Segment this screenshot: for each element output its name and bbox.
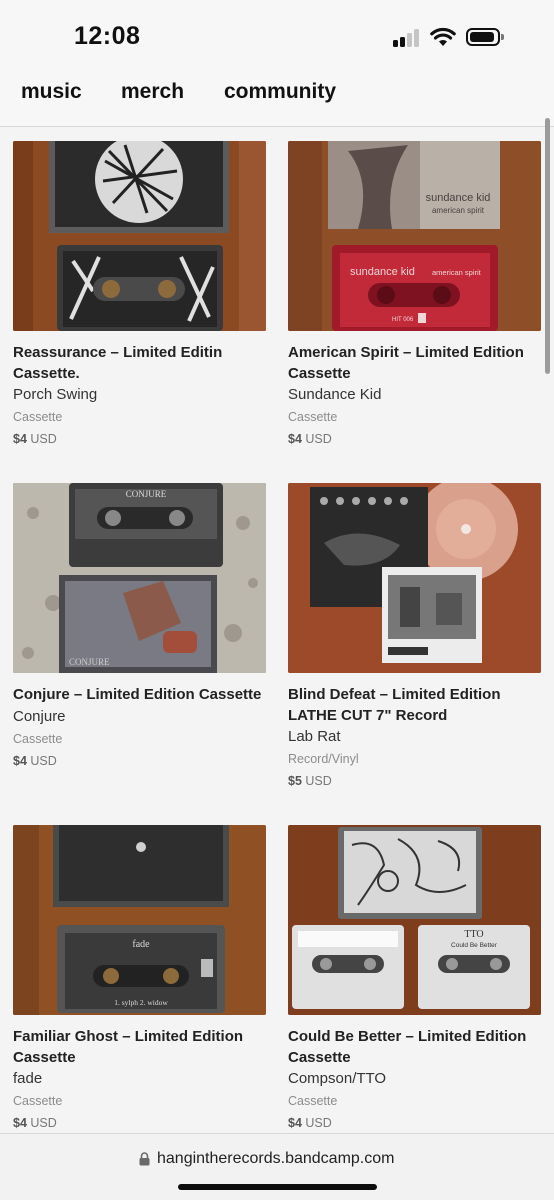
product-type: Cassette [13,731,63,746]
battery-icon [466,28,504,46]
case-sublabel: american spirit [432,206,485,215]
price-amount: $4 [13,753,27,768]
product-artwork[interactable]: CONJURE CONJURE [13,483,266,673]
product-artwork[interactable]: TTO Could Be Better [288,825,541,1015]
product-type: Cassette [288,410,338,424]
product-artist[interactable]: Compson/TTO [288,1068,541,1089]
home-indicator[interactable] [178,1184,377,1190]
tape-label: fade [132,939,150,950]
product-artist[interactable]: Sundance Kid [288,384,541,405]
lock-icon [139,1152,150,1166]
price-currency: USD [30,1116,57,1130]
price-amount: $4 [288,432,302,446]
product-price: $4 USD [13,752,266,770]
product-artist[interactable]: Porch Swing [13,384,266,405]
price-currency: USD [305,774,332,788]
nav-music-link[interactable]: music [21,80,82,104]
wifi-icon [430,27,456,46]
case-label: CONJURE [69,657,110,667]
product-artist[interactable]: fade [13,1068,266,1089]
tape-sublabel: american spirit [432,268,482,277]
catalog-number: HIT 006 [392,317,414,323]
status-bar: 12:08 [0,0,554,66]
product-card[interactable]: sundance kid american spirit sundance ki… [288,141,541,448]
browser-url-bar[interactable]: hangintherecords.bandcamp.com [0,1133,554,1200]
tape-label: CONJURE [126,489,167,499]
price-amount: $4 [13,432,27,446]
nav-community-link[interactable]: community [224,80,336,104]
product-title[interactable]: American Spirit – Limited Edition Casset… [288,343,541,384]
scrollbar[interactable] [545,118,550,374]
product-price: $4 USD [13,430,266,448]
nav-merch-link[interactable]: merch [121,80,184,104]
product-title[interactable]: Blind Defeat – Limited Edition LATHE CUT… [288,685,541,726]
product-type: Cassette [13,1094,63,1108]
product-artist[interactable]: Conjure [13,706,266,727]
product-type: Record/Vinyl [288,752,359,766]
product-artwork[interactable]: fade 1. sylph 2. widow [13,825,266,1015]
product-card[interactable]: TTO Could Be Better Could Be Better – Li… [288,825,541,1132]
product-type: Cassette [13,410,63,424]
product-card[interactable]: CONJURE CONJURE Conjure – Limited Editio… [13,483,266,770]
site-nav: music merch community [0,66,554,127]
price-amount: $4 [13,1116,27,1130]
product-price: $5 USD [288,772,541,790]
product-artist[interactable]: Lab Rat [288,726,541,747]
product-title[interactable]: Could Be Better – Limited Edition Casset… [288,1027,541,1068]
product-card[interactable]: fade 1. sylph 2. widow Familiar Ghost – … [13,825,266,1132]
product-grid: Reassurance – Limited Editin Cassette. P… [13,141,541,1135]
price-amount: $5 [288,774,302,788]
case-label: sundance kid [426,192,491,204]
product-price: $4 USD [13,1114,266,1132]
product-artwork[interactable] [288,483,541,673]
tape-tracklist: 1. sylph 2. widow [114,998,168,1007]
price-currency: USD [30,432,57,446]
price-currency: USD [305,432,332,446]
cellular-signal-icon [393,29,423,47]
product-card[interactable]: Blind Defeat – Limited Edition LATHE CUT… [288,483,541,790]
tape-sublabel: Could Be Better [451,942,498,949]
product-artwork[interactable] [13,141,266,331]
url-text[interactable]: hangintherecords.bandcamp.com [157,1150,394,1168]
price-currency: USD [30,753,57,768]
tape-label: sundance kid [350,266,415,278]
price-amount: $4 [288,1116,302,1130]
product-title[interactable]: Familiar Ghost – Limited Edition Cassett… [13,1027,266,1068]
product-price: $4 USD [288,1114,541,1132]
product-card[interactable]: Reassurance – Limited Editin Cassette. P… [13,141,266,448]
price-currency: USD [305,1116,332,1130]
product-title[interactable]: Conjure – Limited Edition Cassette [13,685,266,706]
product-price: $4 USD [288,430,541,448]
tape-label: TTO [464,929,483,940]
product-title[interactable]: Reassurance – Limited Editin Cassette. [13,343,266,384]
status-time: 12:08 [74,22,141,50]
product-type: Cassette [288,1094,338,1108]
product-artwork[interactable]: sundance kid american spirit sundance ki… [288,141,541,331]
